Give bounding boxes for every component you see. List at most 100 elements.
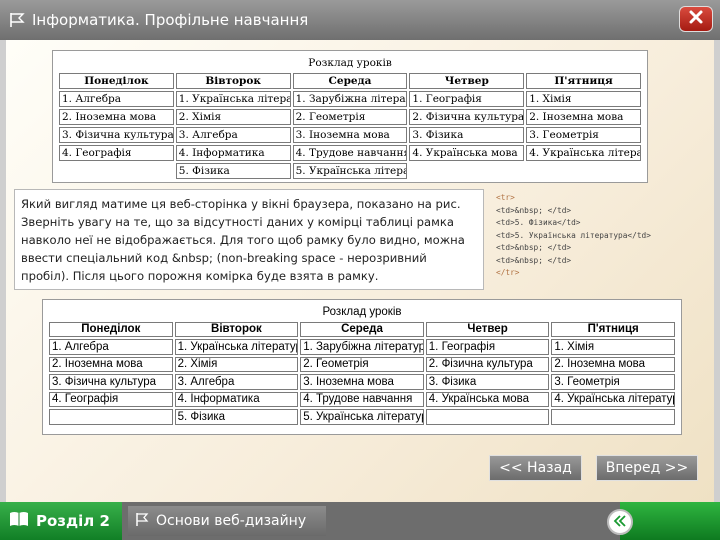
table-cell: 5. Фізика xyxy=(175,163,291,179)
table-cell: 2. Хімія xyxy=(174,356,299,372)
column-header: П'ятниця xyxy=(526,73,641,89)
code-line: </tr> xyxy=(496,268,520,277)
back-button[interactable]: << Назад xyxy=(489,455,582,481)
table-row: 1. Алгебра 1. Українська література 1. З… xyxy=(49,339,675,355)
table-cell: 1. Зарубіжна література xyxy=(300,339,424,355)
bottom-table-panel: Розклад уроків Понеділок Вівторок Середа… xyxy=(42,299,682,435)
table-cell: 2. Іноземна мова xyxy=(526,109,641,125)
table-cell: 4. Трудове навчання xyxy=(300,391,424,407)
schedule-table-bottom: Розклад уроків Понеділок Вівторок Середа… xyxy=(47,302,677,427)
table-cell: 4. Українська література xyxy=(551,391,675,407)
code-snippet: <tr> <td>&nbsp; </td> <td>5. Фізика</td>… xyxy=(492,192,702,286)
table-cell-nbsp xyxy=(425,409,550,425)
table-row: 3. Фізична культура 3. Алгебра 3. Інозем… xyxy=(59,127,641,143)
column-header: Вівторок xyxy=(174,321,299,337)
top-table-panel: Розклад уроків Понеділок Вівторок Середа… xyxy=(52,50,648,183)
table-cell: 4. Трудове навчання xyxy=(292,145,408,161)
table-cell: 3. Геометрія xyxy=(526,127,641,143)
code-line: <td>5. Фізика</td> xyxy=(496,218,581,227)
table-cell: 3. Фізична культура xyxy=(49,374,173,390)
flag-icon xyxy=(8,11,26,29)
table-cell: 3. Іноземна мова xyxy=(292,127,408,143)
table-caption: Розклад уроків xyxy=(322,305,402,318)
table-cell: 1. Хімія xyxy=(551,339,675,355)
table-cell: 1. Українська література xyxy=(174,339,299,355)
table-cell: 1. Хімія xyxy=(526,91,641,107)
table-cell: 3. Фізика xyxy=(409,127,525,143)
table-caption: Розклад уроків xyxy=(308,57,392,69)
code-line: <td>&nbsp; </td> xyxy=(496,255,572,265)
table-cell: 2. Хімія xyxy=(175,109,291,125)
table-cell-empty xyxy=(59,163,174,179)
section-button[interactable]: Розділ 2 xyxy=(0,502,122,540)
footer-bar: Розділ 2 Основи веб-дизайну xyxy=(0,502,720,540)
table-cell-empty xyxy=(409,163,524,179)
table-row: 4. Географія 4. Інформатика 4. Трудове н… xyxy=(59,145,641,161)
table-cell: 3. Геометрія xyxy=(551,374,675,390)
table-cell: 1. Алгебра xyxy=(49,339,173,355)
double-chevron-left-icon xyxy=(613,513,627,532)
table-cell: 2. Геометрія xyxy=(292,109,408,125)
table-cell: 1. Українська література xyxy=(175,91,291,107)
schedule-table-top: Розклад уроків Понеділок Вівторок Середа… xyxy=(57,53,643,181)
table-cell: 1. Зарубіжна література xyxy=(292,91,408,107)
table-row: 2. Іноземна мова 2. Хімія 2. Геометрія 2… xyxy=(59,109,641,125)
column-header: Понеділок xyxy=(59,73,174,89)
column-header: Вівторок xyxy=(175,73,291,89)
table-cell: 5. Фізика xyxy=(174,409,299,425)
flag-icon xyxy=(134,511,150,531)
code-line: <td>5. Українська література</td> xyxy=(496,230,651,240)
table-cell: 5. Українська література xyxy=(300,409,424,425)
table-cell: 4. Географія xyxy=(59,145,174,161)
close-icon xyxy=(688,9,704,29)
table-cell-nbsp xyxy=(551,409,675,425)
table-cell: 1. Географія xyxy=(409,91,525,107)
table-cell: 3. Алгебра xyxy=(174,374,299,390)
table-cell: 3. Іноземна мова xyxy=(300,374,424,390)
table-row: 2. Іноземна мова 2. Хімія 2. Геометрія 2… xyxy=(49,356,675,372)
table-cell: 3. Алгебра xyxy=(175,127,291,143)
table-cell: 1. Географія xyxy=(425,339,550,355)
table-cell: 4. Інформатика xyxy=(175,145,291,161)
topic-button[interactable]: Основи веб-дизайну xyxy=(128,506,326,536)
window-title: Інформатика. Профільне навчання xyxy=(32,11,309,29)
column-header: Понеділок xyxy=(49,321,173,337)
table-cell: 2. Іноземна мова xyxy=(551,356,675,372)
table-cell: 2. Фізична культура xyxy=(425,356,550,372)
topic-label: Основи веб-дизайну xyxy=(156,513,307,529)
book-icon xyxy=(8,510,30,532)
table-row: 5. Фізика 5. Українська література xyxy=(59,163,641,179)
footer-green-bar xyxy=(620,502,720,540)
code-line: <tr> xyxy=(496,193,515,202)
table-row: 1. Алгебра 1. Українська література 1. З… xyxy=(59,91,641,107)
column-header: Четвер xyxy=(425,321,550,337)
table-cell-empty xyxy=(526,163,641,179)
table-cell-nbsp xyxy=(49,409,173,425)
window-titlebar: Інформатика. Профільне навчання xyxy=(0,0,720,40)
table-cell: 2. Фізична культура xyxy=(409,109,525,125)
table-cell: 4. Інформатика xyxy=(174,391,299,407)
table-cell: 2. Іноземна мова xyxy=(59,109,174,125)
table-cell: 4. Географія xyxy=(49,391,173,407)
table-row: 3. Фізична культура 3. Алгебра 3. Інозем… xyxy=(49,374,675,390)
table-cell: 4. Українська література xyxy=(526,145,641,161)
return-button[interactable] xyxy=(607,509,633,535)
forward-button[interactable]: Вперед >> xyxy=(596,455,698,481)
table-row: 4. Географія 4. Інформатика 4. Трудове н… xyxy=(49,391,675,407)
table-cell: 3. Фізика xyxy=(425,374,550,390)
close-button[interactable] xyxy=(679,6,713,32)
table-cell: 2. Іноземна мова xyxy=(49,356,173,372)
table-row: 5. Фізика 5. Українська література xyxy=(49,409,675,425)
code-line: <td>&nbsp; </td> xyxy=(496,205,572,215)
explanation-text: Який вигляд матиме ця веб-сторінка у вік… xyxy=(14,189,484,290)
column-header: Середа xyxy=(300,321,424,337)
table-cell: 3. Фізична культура xyxy=(59,127,174,143)
code-line: <td>&nbsp; </td> xyxy=(496,243,572,252)
table-cell: 1. Алгебра xyxy=(59,91,174,107)
table-cell: 2. Геометрія xyxy=(300,356,424,372)
section-label: Розділ 2 xyxy=(36,512,110,530)
column-header: Четвер xyxy=(409,73,525,89)
table-cell: 5. Українська література xyxy=(292,163,408,179)
column-header: Середа xyxy=(292,73,408,89)
table-cell: 4. Українська мова xyxy=(409,145,525,161)
